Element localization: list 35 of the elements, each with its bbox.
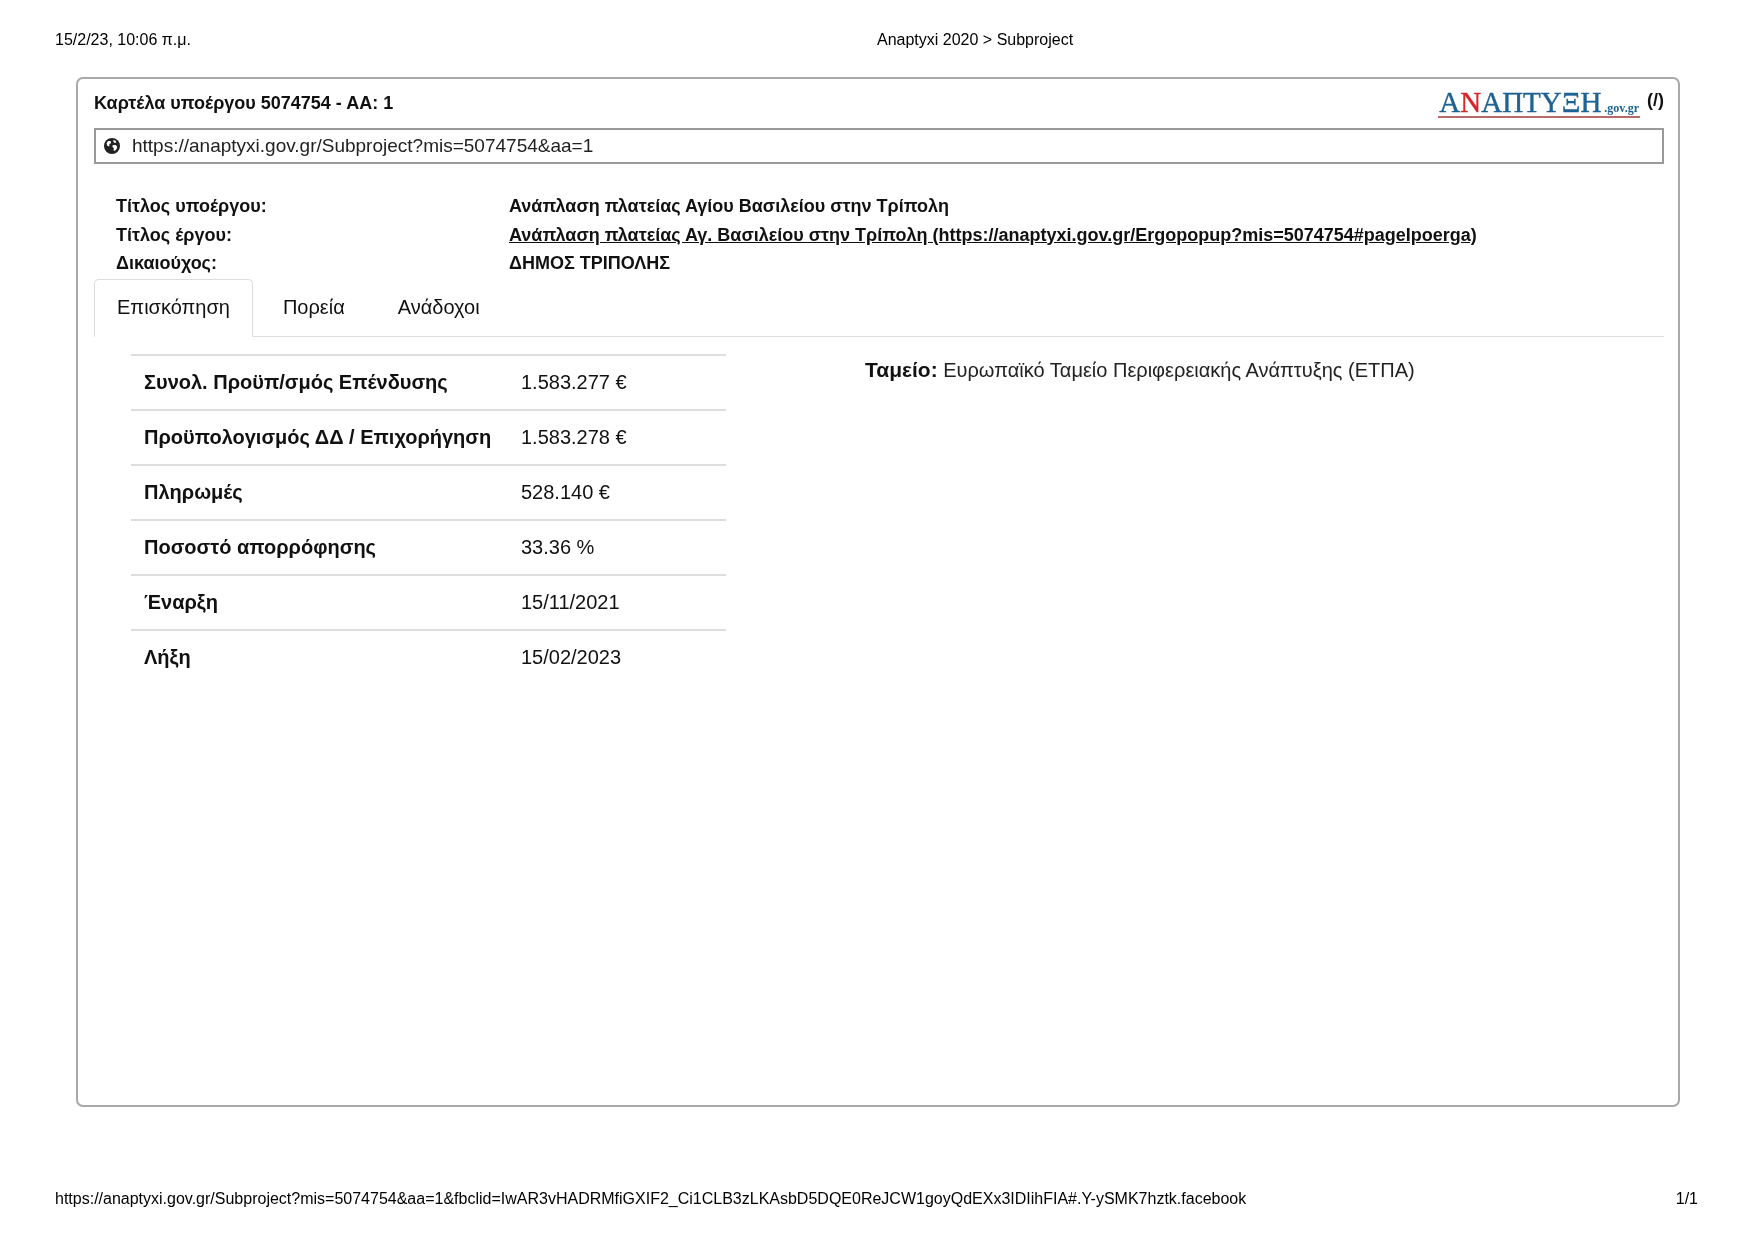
table-cell: 15/02/2023 xyxy=(508,629,726,685)
detail-label: Τίτλος υποέργου: xyxy=(116,195,268,218)
print-url: https://anaptyxi.gov.gr/Subproject?mis=5074754&aa=1&fbclid=IwAR3vHADRMfiGXIF2_Ci1CLB3zLKAsbD5DQE0ReJCW1goyQdEXx3IDIihFIA#.Y-ySMK7hztk.facebook xyxy=(55,1190,1247,1208)
tab[interactable]: Ανάδοχοι xyxy=(374,278,503,337)
table-cell: Πληρωμές xyxy=(131,464,508,520)
table-cell: Έναρξη xyxy=(131,574,508,630)
table-cell: 1.583.277 € xyxy=(508,354,726,410)
site-logo[interactable]: ΑΝΑΠΤΥΞΗ.gov.gr xyxy=(1438,88,1640,118)
fund-text: Ταμείο: Ευρωπαϊκό Ταμείο Περιφερειακής Ανάπτυξης (ΕΤΠΑ) xyxy=(865,356,1415,382)
page-number: 1/1 xyxy=(1675,1190,1698,1208)
logo-text: Ν xyxy=(1460,88,1482,116)
table-cell: Λήξη xyxy=(131,629,508,685)
table-cell: 15/11/2021 xyxy=(508,574,726,630)
table-cell: Ποσοστό απορρόφησης xyxy=(131,519,508,575)
table-cell: Προϋπολογισμός ΔΔ / Επιχορήγηση xyxy=(131,409,508,465)
table-cell: 33.36 % xyxy=(508,519,726,575)
print-date: 15/2/23, 10:06 π.μ. xyxy=(55,31,192,49)
project-title-link[interactable]: Ανάπλαση πλατείας Αγ. Βασιλείου στην Τρίπολη (https://anaptyxi.gov.gr/Ergopopup?mis=5074754#pageIpoerga) xyxy=(509,220,1477,249)
logo-domain: .gov.gr xyxy=(1604,100,1639,116)
print-title: Anaptyxi 2020 > Subproject xyxy=(877,31,1074,49)
card-title: Καρτέλα υποέργου 5074754 - ΑΑ: 1 xyxy=(94,92,394,114)
logo-text: Α xyxy=(1439,88,1461,116)
tab[interactable]: Επισκόπηση xyxy=(94,278,253,337)
tab[interactable]: Πορεία xyxy=(259,278,368,337)
detail-value: Ανάπλαση πλατείας Αγίου Βασιλείου στην Τρίπολη xyxy=(509,195,950,218)
home-link[interactable]: (/) xyxy=(1647,89,1664,111)
globe-icon xyxy=(104,138,120,154)
table-cell: 1.583.278 € xyxy=(508,409,726,465)
table-cell: Συνολ. Προϋπ/σμός Επένδυσης xyxy=(131,354,508,410)
logo-text: ΑΠΤΥΞΗ xyxy=(1481,88,1602,116)
detail-value: ΔΗΜΟΣ ΤΡΙΠΟΛΗΣ xyxy=(509,252,672,275)
detail-label: Τίτλος έργου: xyxy=(116,223,233,247)
table-cell: 528.140 € xyxy=(508,464,726,520)
detail-label: Δικαιούχος: xyxy=(116,252,218,275)
url-field[interactable]: https://anaptyxi.gov.gr/Subproject?mis=5074754&aa=1 xyxy=(94,128,1664,164)
